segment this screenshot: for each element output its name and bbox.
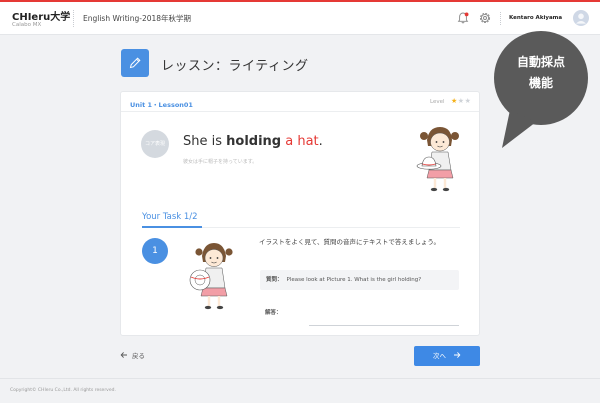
- header-divider: [500, 12, 501, 25]
- core-sentence: She is holding a hat.: [183, 134, 323, 149]
- sentence-highlight: a hat: [285, 134, 319, 149]
- level-label: Level: [430, 99, 445, 105]
- header-divider: [73, 10, 74, 27]
- arrow-left-icon: [120, 352, 127, 358]
- callout-line-1: 自動採点: [516, 55, 565, 69]
- next-button[interactable]: 次へ: [414, 346, 480, 366]
- unit-label: Unit 1・Lesson01: [130, 101, 193, 109]
- star-icon: ★: [457, 97, 465, 105]
- level-stars: ★★★: [451, 97, 471, 105]
- back-button[interactable]: 戻る: [120, 350, 145, 360]
- logo[interactable]: CHIeru大学: [12, 8, 70, 23]
- course-title[interactable]: English Writing-2018年秋学期: [83, 13, 191, 24]
- star-icon: ★: [451, 97, 458, 105]
- callout-text: 自動採点 機能: [495, 52, 587, 94]
- avatar-icon[interactable]: [573, 10, 589, 26]
- arrow-right-icon: [454, 352, 461, 358]
- gear-icon[interactable]: [478, 11, 492, 25]
- page-title: レッスン：ライティング: [161, 59, 309, 74]
- sentence-part: She is: [183, 134, 227, 149]
- question-box: 質問： Please look at Picture 1. What is the…: [260, 270, 459, 290]
- callout-line-2: 機能: [528, 76, 553, 90]
- copyright-text: Copyright© CHIeru Co.,Ltd. All rights re…: [10, 388, 116, 393]
- girl-illustration: [189, 243, 233, 310]
- username[interactable]: Kentaro Akiyama: [509, 15, 562, 21]
- answer-input[interactable]: [309, 325, 459, 326]
- star-icon: ★: [464, 97, 472, 105]
- task-instruction: イラストをよく見て、質問の音声にテキストで答えましょう。: [259, 238, 440, 246]
- sentence-keyword: holding: [226, 134, 282, 149]
- task-underline: [142, 226, 202, 228]
- lesson-card: Unit 1・Lesson01 Level ★★★ コア表現 She is ho…: [120, 91, 480, 336]
- bell-icon[interactable]: [456, 11, 470, 25]
- question-label: 質問：: [266, 277, 283, 283]
- logo-subtitle: Calabo MX: [12, 22, 42, 28]
- sentence-part: .: [318, 134, 323, 149]
- next-label: 次へ: [432, 352, 446, 360]
- task-title[interactable]: Your Task 1/2: [142, 212, 198, 222]
- pencil-icon: [129, 57, 141, 69]
- sentence-translation: 彼女は手に帽子を持っています。: [183, 159, 258, 165]
- task-number-badge: 1: [142, 238, 168, 264]
- lesson-type-icon-box: [121, 49, 149, 77]
- girl-illustration: [416, 127, 459, 192]
- footer: Copyright© CHIeru Co.,Ltd. All rights re…: [0, 378, 600, 403]
- answer-label: 解答：: [265, 310, 282, 316]
- question-text: Please look at Picture 1. What is the gi…: [286, 277, 422, 283]
- card-divider: [121, 111, 479, 112]
- back-label: 戻る: [132, 352, 145, 360]
- core-expression-badge: コア表現: [141, 130, 169, 158]
